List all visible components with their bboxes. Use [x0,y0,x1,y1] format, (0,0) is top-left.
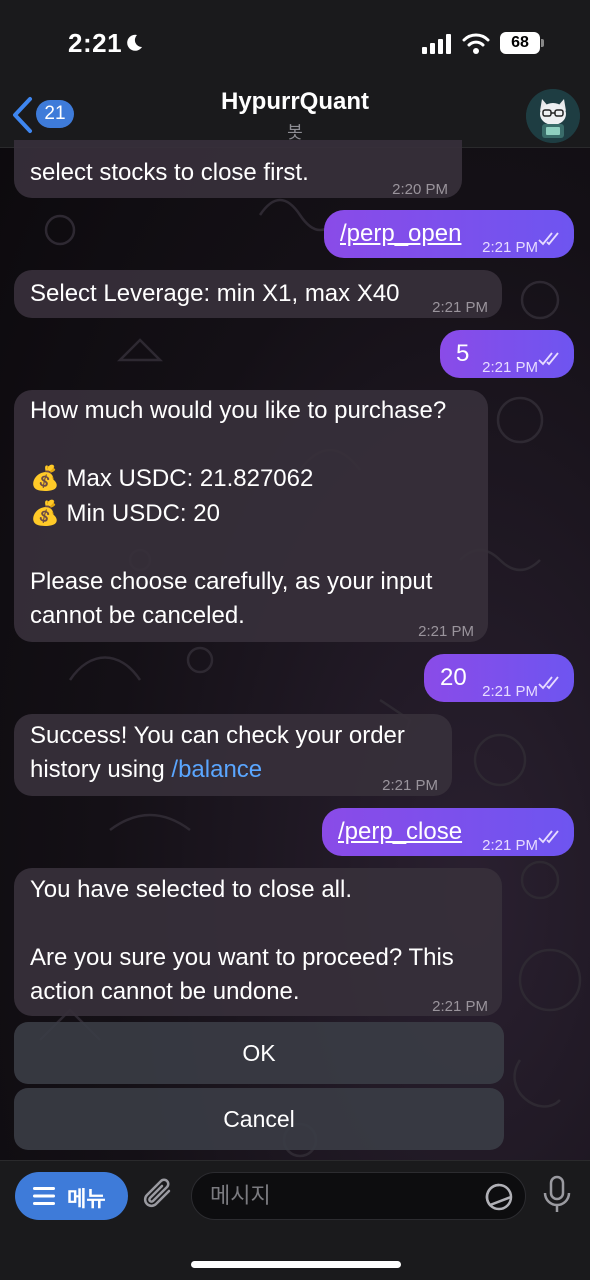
balance-command-link[interactable]: /balance [171,756,262,783]
outgoing-message: 20 2:21 PM [424,654,574,702]
command-link[interactable]: /perp_close [338,815,462,849]
incoming-message: Success! You can check your order histor… [14,714,452,796]
message-text: Please choose carefully, as your input [30,568,433,595]
message-time: 2:21 PM [382,777,438,794]
outgoing-message: 5 2:21 PM [440,330,574,378]
read-ticks-icon [538,352,559,366]
message-time: 2:21 PM [482,239,538,256]
message-time: 2:21 PM [482,837,538,854]
message-time: 2:21 PM [418,623,474,640]
bot-avatar[interactable] [526,89,580,143]
message-text: Select Leverage: min X1, max X40 [30,280,400,307]
cancel-button[interactable]: Cancel [14,1088,504,1150]
menu-button[interactable]: 메뉴 [15,1172,128,1220]
message-input-container[interactable] [191,1172,526,1220]
message-input[interactable] [210,1181,470,1211]
battery-indicator: 68 [500,32,540,54]
message-text: cannot be canceled. [30,602,245,629]
ok-button[interactable]: OK [14,1022,504,1084]
incoming-message: You have selected to close all. Are you … [14,868,502,1016]
incoming-message: How much would you like to purchase? 💰 M… [14,390,488,642]
incoming-message: select stocks to close first. 2:20 PM [14,140,462,198]
message-text: Success! You can check your order [30,722,405,749]
microphone-icon[interactable] [542,1175,572,1215]
outgoing-message: /perp_close 2:21 PM [322,808,574,856]
chat-header: 21 HypurrQuant 봇 [0,84,590,148]
message-text: select stocks to close first. [30,159,309,186]
message-text: Are you sure you want to proceed? This [30,944,454,971]
message-text: How much would you like to purchase? [30,397,447,424]
battery-tip [541,39,544,47]
message-time: 2:21 PM [432,299,488,316]
read-ticks-icon [538,676,559,690]
message-text: history using /balance [30,753,262,787]
message-text: 20 [440,664,467,691]
message-text: You have selected to close all. [30,876,352,903]
message-text: 💰 Max USDC: 21.827062 [30,465,314,492]
chat-title[interactable]: HypurrQuant [0,88,590,116]
message-time: 2:21 PM [432,998,488,1015]
outgoing-message: /perp_open 2:21 PM [324,210,574,258]
home-indicator [191,1261,401,1268]
message-time: 2:21 PM [482,359,538,376]
cat-avatar-icon [526,89,580,143]
menu-icon [33,1187,55,1205]
sticker-icon[interactable] [484,1182,514,1212]
status-bar: 2:21 68 [0,0,590,84]
status-time: 2:21 [68,28,123,58]
command-link[interactable]: /perp_open [340,217,461,251]
menu-label: 메뉴 [67,1188,106,1211]
message-text: 5 [456,340,470,367]
signal-icon [422,34,451,54]
message-time: 2:20 PM [392,181,448,198]
message-text: action cannot be undone. [30,978,300,1005]
moon-icon [127,34,142,51]
read-ticks-icon [538,232,559,246]
read-ticks-icon [538,830,559,844]
message-text: 💰 Min USDC: 20 [30,500,220,527]
wifi-icon [462,33,490,54]
message-text-part: history using [30,756,172,783]
input-bar: 메뉴 [0,1160,590,1280]
paperclip-icon[interactable] [141,1175,177,1215]
message-time: 2:21 PM [482,683,538,700]
incoming-message: Select Leverage: min X1, max X40 2:21 PM [14,270,502,318]
